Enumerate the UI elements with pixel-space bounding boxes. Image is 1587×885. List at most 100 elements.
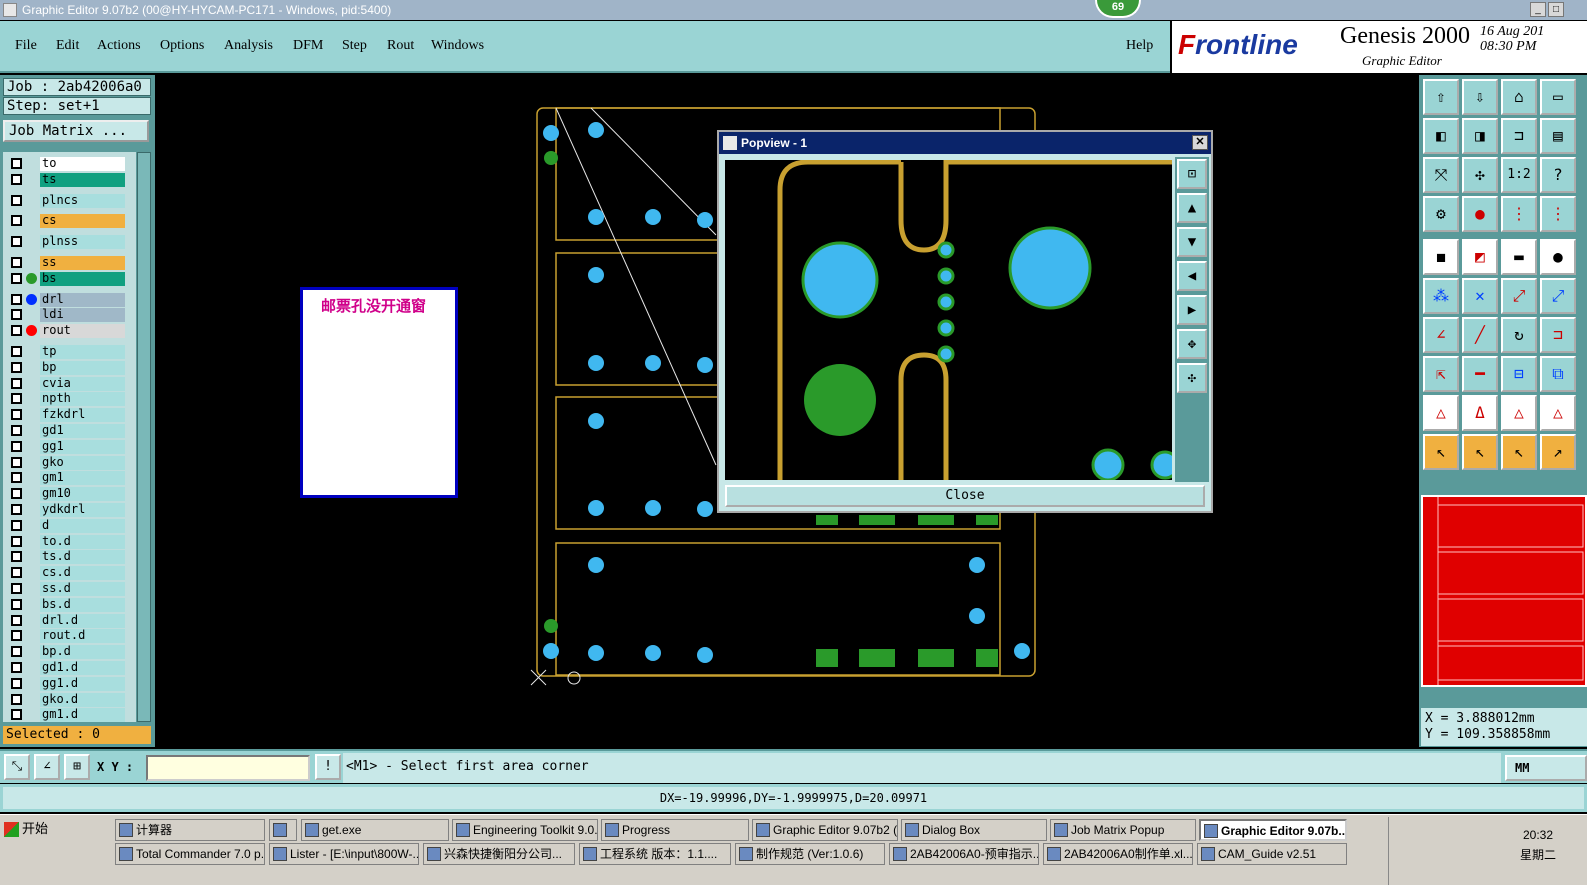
layer-checkbox[interactable] [11,614,22,626]
layer-name[interactable]: gm1 [40,471,125,486]
slash-icon[interactable]: ╱ [1462,317,1498,353]
layer-name[interactable]: bp.d [40,645,125,660]
layer-name[interactable]: cs [40,214,125,229]
zoom-out-button[interactable]: ✥ [1177,329,1207,359]
triangle-c-icon[interactable]: △ [1540,395,1576,431]
layer-name[interactable]: tp [40,345,125,359]
job-matrix-button[interactable]: Job Matrix ... [3,120,149,142]
layer-row[interactable]: gd1.d [5,661,125,675]
layer-row[interactable]: bs.d [5,597,125,612]
select-net-icon[interactable]: ↗ [1540,434,1576,470]
home-icon[interactable]: ⌂ [1501,79,1537,115]
popview-close-icon[interactable]: ✕ [1192,135,1208,150]
task-graphic-editor-1[interactable]: Graphic Editor 9.07b2 (... [752,819,898,841]
zoom-up-button[interactable]: ▲ [1177,193,1207,223]
layer-row[interactable]: d [5,518,125,533]
layer-name[interactable]: gg1 [40,439,125,454]
layer-name[interactable]: bp [40,360,125,375]
layer-checkbox[interactable] [11,535,22,547]
layer-checkbox[interactable] [11,409,22,421]
home-up-icon[interactable]: ⇧ [1423,79,1459,115]
layer-checkbox[interactable] [11,693,22,705]
layer-name[interactable]: drl.d [40,613,125,628]
layer-checkbox[interactable] [11,598,22,610]
layer-name[interactable]: ldi [40,308,125,323]
layer-checkbox[interactable] [11,272,22,284]
layer-name[interactable]: rout.d [40,629,125,644]
layer-row[interactable]: bs [5,271,125,286]
angle-icon[interactable]: ∠ [1423,317,1459,353]
dash-icon[interactable]: ━ [1462,356,1498,392]
layer-row[interactable]: ts.d [5,550,125,565]
layer-name[interactable]: to [40,157,125,171]
task-spec[interactable]: 制作规范 (Ver:1.0.6) [735,843,885,865]
layer-checkbox[interactable] [11,194,22,206]
layer-checkbox[interactable] [11,630,22,642]
menu-rout[interactable]: Rout [387,38,414,54]
menu-options[interactable]: Options [160,38,204,54]
text-add-icon[interactable]: ▬ [1501,239,1537,275]
menu-actions[interactable]: Actions [97,38,141,54]
copy-icon[interactable]: ⧉ [1540,356,1576,392]
layer-name[interactable]: gg1.d [40,676,125,691]
scale-icon[interactable]: 1:2 [1501,157,1537,193]
zoom-fit-button[interactable]: ⊡ [1177,159,1207,189]
task-progress[interactable]: Progress [601,819,749,841]
layer-name[interactable]: cvia [40,376,125,391]
task-dialog-box[interactable]: Dialog Box [901,819,1047,841]
task-get-exe[interactable]: get.exe [301,819,449,841]
arc-icon[interactable]: ↻ [1501,317,1537,353]
task-preaudit[interactable]: 2AB42006A0-预审指示... [889,843,1039,865]
menu-edit[interactable]: Edit [56,38,79,54]
layer-checkbox[interactable] [11,488,22,500]
pad-add-icon[interactable]: ◼ [1423,239,1459,275]
layer-row[interactable]: to.d [5,534,125,549]
layer-checkbox[interactable] [11,346,22,357]
layer-row[interactable]: npth [5,392,125,407]
layer-checkbox[interactable] [11,173,22,185]
maximize-button[interactable]: □ [1548,2,1564,17]
layer-row[interactable]: gm10 [5,487,125,502]
task-total-commander[interactable]: Total Commander 7.0 p... [115,843,265,865]
snap-icon[interactable]: ● [1462,196,1498,232]
layer-row[interactable]: drl [5,292,125,307]
layer-row[interactable]: ss.d [5,582,125,596]
layer-name[interactable]: gm10 [40,487,125,502]
line-add-icon[interactable]: ◩ [1462,239,1498,275]
layer-name[interactable]: ydkdrl [40,503,125,517]
bracket-icon[interactable]: ⊐ [1540,317,1576,353]
layer-name[interactable]: plncs [40,193,125,208]
overview-map[interactable] [1421,495,1587,687]
layer-name[interactable]: gko [40,455,125,470]
home-down-icon[interactable]: ⇩ [1462,79,1498,115]
help-icon[interactable]: ? [1540,157,1576,193]
layer-name[interactable]: ss.d [40,582,125,596]
layer-checkbox[interactable] [11,551,22,563]
layer-row[interactable]: cs [5,214,125,229]
task-chrome[interactable] [269,819,297,841]
task-lister[interactable]: Lister - [E:\input\800W-... [269,843,419,865]
grid-icon[interactable]: ▤ [1540,118,1576,154]
layer-checkbox[interactable] [11,236,22,248]
menu-help[interactable]: Help [1126,38,1153,54]
task-engineering-toolkit[interactable]: Engineering Toolkit 9.0... [452,819,598,841]
layer-checkbox[interactable] [11,158,22,169]
zoom-in-button[interactable]: ✣ [1177,363,1207,393]
select-icon[interactable]: ↖ [1423,434,1459,470]
layer-row[interactable]: ss [5,256,125,270]
node-icon[interactable]: ⤢ [1501,278,1537,314]
layer-row[interactable]: ldi [5,308,125,323]
layer-row[interactable]: plncs [5,193,125,208]
layer-checkbox[interactable] [11,504,22,515]
layer-row[interactable]: ydkdrl [5,503,125,517]
popview-canvas[interactable] [725,160,1172,480]
layer-list-scrollbar[interactable] [137,152,151,722]
measure-icon[interactable]: ⋮ [1501,196,1537,232]
task-worksheet[interactable]: 2AB42006A0制作单.xl... [1043,843,1193,865]
layer-checkbox[interactable] [11,709,22,721]
menu-analysis[interactable]: Analysis [224,38,273,54]
menu-windows[interactable]: Windows [431,38,484,54]
move-icon[interactable]: ⇱ [1423,356,1459,392]
layer-name[interactable]: to.d [40,534,125,549]
layer-checkbox[interactable] [11,377,22,389]
